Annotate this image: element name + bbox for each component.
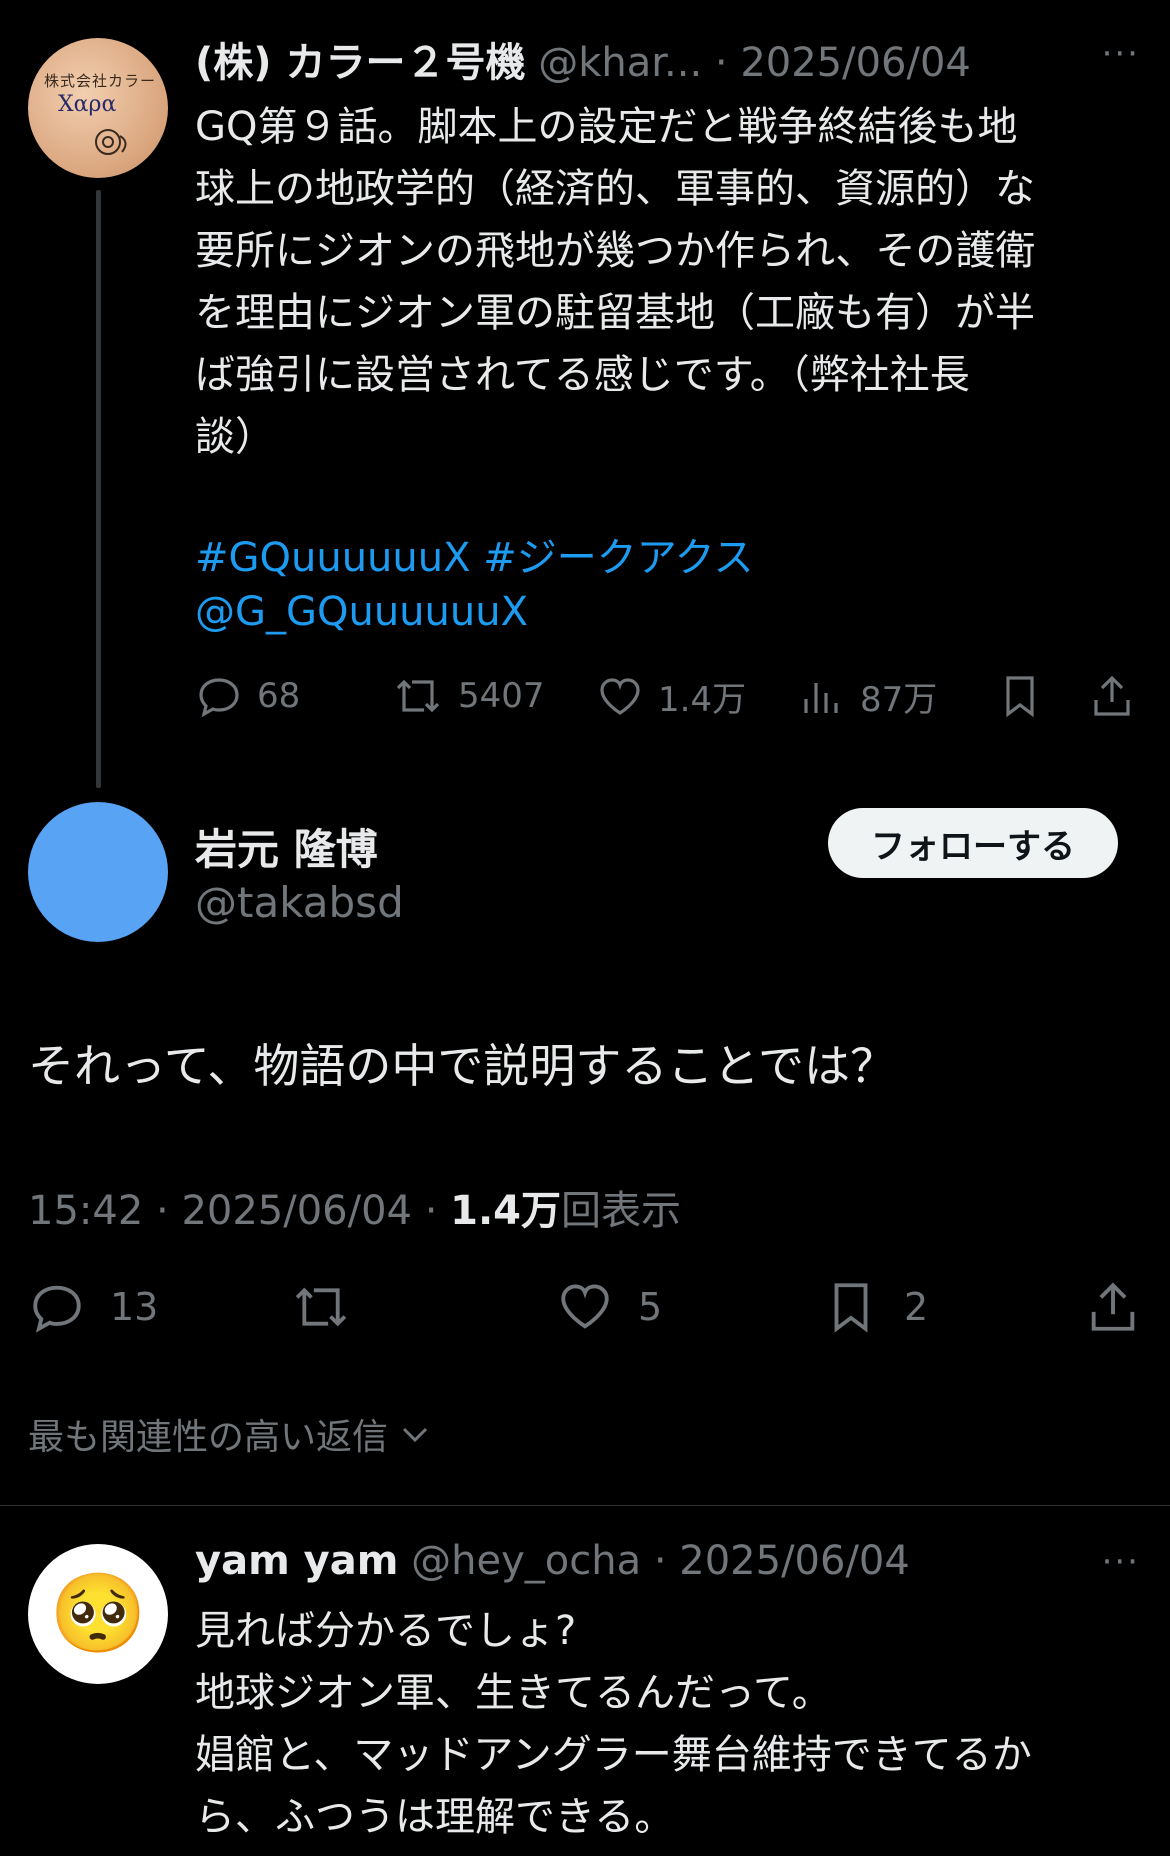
- views-icon: [804, 682, 838, 713]
- display-name[interactable]: (株) カラー２号機: [195, 40, 526, 86]
- more-options-icon[interactable]: ···: [1102, 34, 1140, 74]
- tweet-header: yam yam @hey_ocha · 2025/06/04: [195, 1538, 910, 1584]
- repost-button[interactable]: 5407: [392, 672, 545, 720]
- reply-button[interactable]: 13: [28, 1278, 158, 1336]
- repost-icon: [295, 1287, 347, 1327]
- repost-button[interactable]: [290, 1278, 352, 1336]
- like-count: 5: [638, 1285, 663, 1329]
- repost-icon: [396, 679, 440, 713]
- share-icon: [1094, 675, 1130, 716]
- mention-link[interactable]: @G_GQuuuuuuX: [195, 589, 528, 635]
- avatar-text: 株式会社カラー: [44, 72, 157, 90]
- avatar-reply-user[interactable]: 🥺: [28, 1544, 168, 1684]
- bookmark-count: 2: [904, 1285, 929, 1329]
- share-button[interactable]: [1088, 672, 1136, 720]
- handle[interactable]: @takabsd: [195, 878, 404, 927]
- reply-count: 13: [110, 1285, 159, 1329]
- reply-icon: [199, 678, 239, 718]
- tweet-date[interactable]: 2025/06/04: [679, 1538, 910, 1584]
- avatar-text: Χαρα: [58, 92, 117, 117]
- divider: [0, 1505, 1170, 1506]
- bookmark-icon: [1006, 676, 1034, 718]
- tweet-date: 2025/06/04: [181, 1188, 412, 1234]
- tweet-text: それって、物語の中で説明することでは？: [28, 1039, 897, 1093]
- avatar-khara[interactable]: 株式会社カラー Χαρα: [28, 38, 168, 178]
- tweet-date[interactable]: 2025/06/04: [740, 40, 971, 86]
- share-icon: [1091, 1282, 1135, 1331]
- tweet-body-text: GQ第９話。脚本上の設定だと戦争終結後も地 球上の地政学的（経済的、軍事的、資源…: [195, 104, 1036, 460]
- handle[interactable]: @khar...: [538, 40, 702, 86]
- handle[interactable]: @hey_ocha: [411, 1538, 641, 1584]
- avatar-user[interactable]: [28, 802, 168, 942]
- follow-button[interactable]: フォローする: [828, 808, 1118, 878]
- views-count: 1.4万: [450, 1188, 561, 1234]
- tweet-time: 15:42: [28, 1188, 144, 1234]
- views-button[interactable]: 87万: [798, 672, 937, 721]
- sort-label: 最も関連性の高い返信: [28, 1417, 389, 1458]
- heart-icon: [561, 1284, 609, 1329]
- reply-text: 見れば分かるでしょ? 地球ジオン軍、生きてるんだって。 娼館と、マッドアングラー…: [195, 1608, 1032, 1840]
- reply-sort-dropdown[interactable]: 最も関連性の高い返信: [28, 1408, 432, 1460]
- share-button[interactable]: [1084, 1278, 1142, 1336]
- separator: ·: [641, 1538, 680, 1584]
- repost-count: 5407: [458, 676, 545, 716]
- heart-icon: [600, 677, 640, 715]
- bookmark-button[interactable]: 2: [822, 1278, 928, 1336]
- pleading-face-icon: 🥺: [49, 1569, 147, 1659]
- views-label: 回表示: [561, 1188, 681, 1234]
- tweet-header: (株) カラー２号機 @khar... · 2025/06/04: [195, 30, 971, 88]
- display-name[interactable]: 岩元 隆博: [195, 816, 378, 877]
- hashtags[interactable]: #GQuuuuuuX #ジークアクス: [195, 525, 754, 583]
- thread-line: [96, 190, 101, 788]
- reply-button[interactable]: 68: [195, 672, 300, 720]
- reply-count: 68: [257, 676, 301, 716]
- more-options-icon[interactable]: ···: [1102, 1542, 1140, 1582]
- like-button[interactable]: 1.4万: [596, 672, 746, 721]
- tweet-meta: 15:42 · 2025/06/04 · 1.4万回表示: [28, 1188, 681, 1234]
- like-count: 1.4万: [658, 680, 747, 720]
- separator: ·: [702, 40, 741, 86]
- reply-icon: [33, 1285, 81, 1333]
- display-name[interactable]: yam yam: [195, 1538, 398, 1584]
- views-count: 87万: [860, 680, 938, 720]
- logo-scribble-icon: [95, 129, 127, 155]
- like-button[interactable]: 5: [556, 1278, 662, 1336]
- bookmark-button[interactable]: [996, 672, 1044, 720]
- tweet-text: GQ第９話。脚本上の設定だと戦争終結後も地 球上の地政学的（経済的、軍事的、資源…: [195, 96, 1155, 468]
- chevron-down-icon: [402, 1427, 428, 1443]
- bookmark-icon: [834, 1283, 868, 1333]
